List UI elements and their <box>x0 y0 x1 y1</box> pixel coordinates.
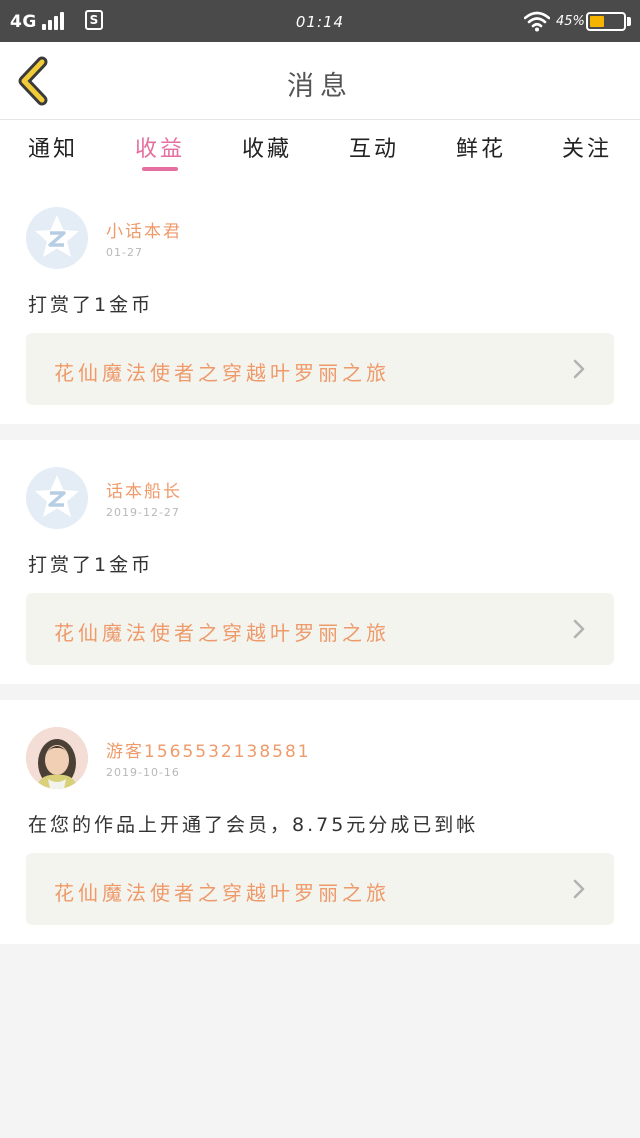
tab-flowers[interactable]: 鲜花 <box>428 131 534 163</box>
sender-name[interactable]: 游客1565532138581 <box>106 737 311 762</box>
status-bar: 4G S 01:14 45% <box>0 0 640 42</box>
user-photo <box>26 727 88 789</box>
battery-icon <box>586 12 626 31</box>
battery-tip <box>627 17 631 26</box>
message-card: 小话本君 01-27 打赏了1金币 花仙魔法使者之穿越叶罗丽之旅 <box>0 180 640 424</box>
message-date: 2019-12-27 <box>106 506 180 519</box>
work-link[interactable]: 花仙魔法使者之穿越叶罗丽之旅 <box>26 853 614 925</box>
work-title: 花仙魔法使者之穿越叶罗丽之旅 <box>54 361 390 385</box>
avatar[interactable] <box>26 207 88 269</box>
work-title: 花仙魔法使者之穿越叶罗丽之旅 <box>54 881 390 905</box>
sender-name[interactable]: 话本船长 <box>106 477 182 502</box>
battery-level-fill <box>590 16 604 27</box>
active-tab-indicator <box>142 167 178 171</box>
qq-avatar-icon <box>35 475 79 517</box>
message-text: 打赏了1金币 <box>28 294 154 316</box>
wifi-icon <box>524 11 550 32</box>
tab-following[interactable]: 关注 <box>534 131 640 163</box>
work-link[interactable]: 花仙魔法使者之穿越叶罗丽之旅 <box>26 333 614 405</box>
chevron-right-icon <box>573 359 585 379</box>
page-title: 消息 <box>287 71 353 102</box>
tab-earnings[interactable]: 收益 <box>107 131 213 163</box>
tab-notifications[interactable]: 通知 <box>0 131 106 163</box>
tab-favorites[interactable]: 收藏 <box>214 131 320 163</box>
qq-avatar-icon <box>35 215 79 257</box>
work-link[interactable]: 花仙魔法使者之穿越叶罗丽之旅 <box>26 593 614 665</box>
avatar[interactable] <box>26 727 88 789</box>
message-card: 话本船长 2019-12-27 打赏了1金币 花仙魔法使者之穿越叶罗丽之旅 <box>0 440 640 684</box>
message-text: 在您的作品上开通了会员，8.75元分成已到帐 <box>28 814 479 836</box>
sender-name[interactable]: 小话本君 <box>106 217 182 242</box>
message-date: 01-27 <box>106 246 143 259</box>
avatar[interactable] <box>26 467 88 529</box>
tab-interactions[interactable]: 互动 <box>321 131 427 163</box>
nav-bar: 消息 <box>0 42 640 120</box>
battery-percent: 45% <box>556 14 585 29</box>
message-date: 2019-10-16 <box>106 766 180 779</box>
work-title: 花仙魔法使者之穿越叶罗丽之旅 <box>54 621 390 645</box>
message-card: 游客1565532138581 2019-10-16 在您的作品上开通了会员，8… <box>0 700 640 944</box>
tab-bar: 通知 收益 收藏 互动 鲜花 关注 <box>0 120 640 180</box>
chevron-right-icon <box>573 879 585 899</box>
message-text: 打赏了1金币 <box>28 554 154 576</box>
chevron-right-icon <box>573 619 585 639</box>
